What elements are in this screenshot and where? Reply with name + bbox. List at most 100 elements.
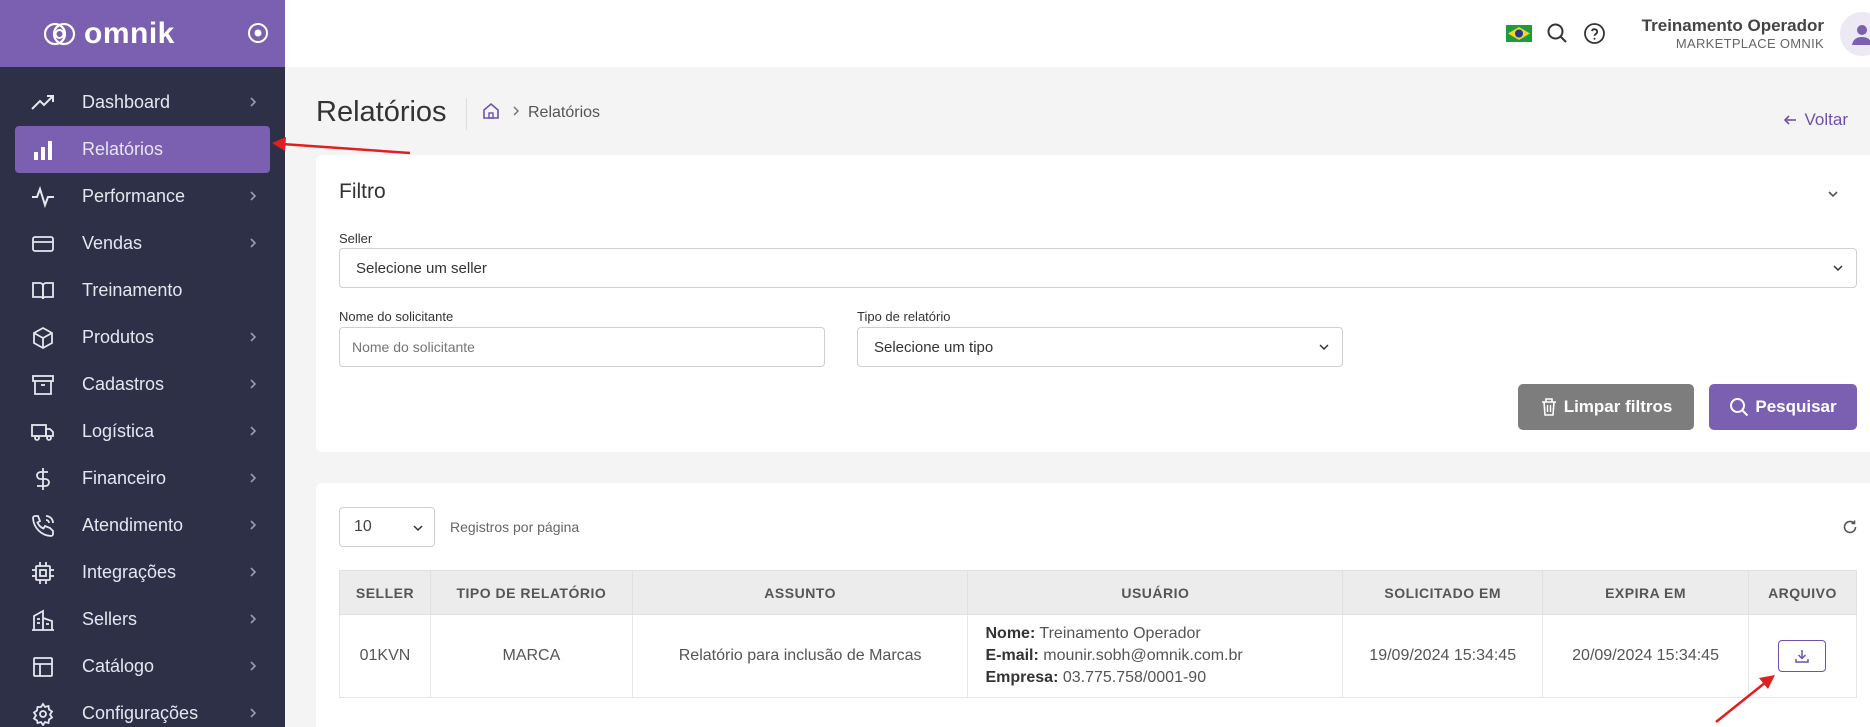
- user-name-key: Nome:: [985, 625, 1036, 642]
- user-name-line: Nome: Treinamento Operador: [985, 623, 1342, 645]
- column-header-requested-at[interactable]: SOLICITADO EM: [1342, 570, 1544, 615]
- sidebar-item-label: Vendas: [82, 233, 143, 253]
- filter-card: Filtro Seller Selecione um seller Nome d…: [316, 155, 1870, 452]
- search-icon: [1730, 398, 1749, 417]
- archive-icon: [30, 372, 56, 398]
- search-button-label: Pesquisar: [1755, 397, 1837, 416]
- avatar[interactable]: [1840, 12, 1870, 56]
- user-icon: [1852, 25, 1870, 45]
- user-email-value: mounir.sobh@omnik.com.br: [1043, 647, 1243, 664]
- home-icon[interactable]: [482, 102, 500, 120]
- sidebar-item-sellers[interactable]: Sellers: [15, 596, 270, 643]
- chevron-down-icon[interactable]: [1826, 187, 1840, 201]
- chevron-right-icon: [250, 332, 257, 342]
- chevron-right-icon: [513, 106, 520, 116]
- requester-label: Nome do solicitante: [339, 309, 454, 324]
- sidebar-item-label: Financeiro: [82, 468, 167, 488]
- layout-icon: [30, 654, 56, 680]
- sidebar-item-label: Cadastros: [82, 374, 165, 394]
- report-type-select[interactable]: Selecione um tipo: [857, 327, 1343, 367]
- sidebar-item-label: Relatórios: [82, 139, 164, 159]
- chevron-right-icon: [250, 191, 257, 201]
- search-icon[interactable]: [1546, 22, 1568, 44]
- chevron-right-icon: [250, 379, 257, 389]
- sidebar-item-label: Logística: [82, 421, 155, 441]
- user-email-key: E-mail:: [985, 647, 1039, 664]
- cell-requested-at: 19/09/2024 15:34:45: [1342, 614, 1544, 698]
- sidebar-item-label: Catálogo: [82, 656, 155, 676]
- credit-card-icon: [30, 231, 56, 257]
- column-header-file: ARQUIVO: [1747, 570, 1858, 615]
- chevron-right-icon: [250, 426, 257, 436]
- cell-expires-at: 20/09/2024 15:34:45: [1542, 614, 1749, 698]
- refresh-icon[interactable]: [1842, 519, 1858, 535]
- seller-select-value: Selecione um seller: [356, 259, 487, 277]
- sidebar-item-dashboard[interactable]: Dashboard: [15, 79, 270, 126]
- brand-name: omnik: [84, 16, 175, 50]
- report-type-select-value: Selecione um tipo: [874, 338, 994, 356]
- column-header-seller[interactable]: SELLER: [339, 570, 431, 615]
- sidebar-item-atendimento[interactable]: Atendimento: [15, 502, 270, 549]
- dollar-icon: [30, 466, 56, 492]
- chevron-right-icon: [250, 661, 257, 671]
- user-name[interactable]: Treinamento Operador: [1642, 16, 1824, 36]
- back-label: Voltar: [1804, 110, 1848, 129]
- sidebar-item-logistica[interactable]: Logística: [15, 408, 270, 455]
- sidebar-item-treinamento[interactable]: Treinamento: [15, 267, 270, 314]
- target-icon[interactable]: [247, 22, 269, 44]
- user-company-line: Empresa: 03.775.758/0001-90: [985, 667, 1342, 689]
- phone-icon: [30, 513, 56, 539]
- sidebar-item-catalogo[interactable]: Catálogo: [15, 643, 270, 690]
- seller-select[interactable]: Selecione um seller: [339, 248, 1857, 288]
- user-email-line: E-mail: mounir.sobh@omnik.com.br: [985, 645, 1342, 667]
- column-header-report-type[interactable]: TIPO DE RELATÓRIO: [429, 570, 633, 615]
- omnik-logo[interactable]: omnik: [44, 17, 175, 51]
- sidebar-item-produtos[interactable]: Produtos: [15, 314, 270, 361]
- user-company-value: 03.775.758/0001-90: [1062, 669, 1207, 686]
- sidebar-nav: Dashboard Relatórios Performance Vendas …: [0, 67, 285, 727]
- truck-icon: [30, 419, 56, 445]
- breadcrumb-current: Relatórios: [528, 104, 601, 121]
- sidebar-item-cadastros[interactable]: Cadastros: [15, 361, 270, 408]
- title-divider: [466, 98, 467, 130]
- sidebar-item-configuracoes[interactable]: Configurações: [15, 690, 270, 727]
- chevron-down-icon: [1319, 344, 1329, 351]
- brazil-flag-icon[interactable]: [1506, 25, 1532, 42]
- sidebar-item-vendas[interactable]: Vendas: [15, 220, 270, 267]
- column-header-user[interactable]: USUÁRIO: [967, 570, 1344, 615]
- trending-up-icon: [30, 90, 56, 116]
- user-name-value: Treinamento Operador: [1039, 625, 1201, 642]
- chevron-right-icon: [250, 520, 257, 530]
- clear-filters-label: Limpar filtros: [1563, 397, 1673, 416]
- cell-report-type: MARCA: [429, 614, 633, 698]
- sidebar-item-label: Integrações: [82, 562, 177, 582]
- seller-label: Seller: [339, 231, 373, 246]
- column-header-subject[interactable]: ASSUNTO: [631, 570, 969, 615]
- settings-icon: [30, 701, 56, 727]
- brand-header: omnik: [0, 0, 285, 67]
- chevron-right-icon: [250, 708, 257, 718]
- help-icon[interactable]: [1583, 22, 1606, 45]
- chevron-down-icon: [1833, 265, 1843, 272]
- sidebar-item-financeiro[interactable]: Financeiro: [15, 455, 270, 502]
- sidebar-item-label: Atendimento: [82, 515, 184, 535]
- sidebar-item-relatorios[interactable]: Relatórios: [15, 126, 270, 173]
- per-page-select[interactable]: 10: [339, 507, 435, 547]
- clear-filters-button[interactable]: Limpar filtros: [1518, 384, 1694, 430]
- sidebar-item-performance[interactable]: Performance: [15, 173, 270, 220]
- chevron-right-icon: [250, 614, 257, 624]
- download-icon: [1795, 650, 1810, 663]
- book-open-icon: [30, 278, 56, 304]
- download-button[interactable]: [1778, 640, 1827, 672]
- chevron-down-icon: [413, 525, 423, 532]
- report-type-label: Tipo de relatório: [857, 309, 951, 324]
- activity-icon: [30, 184, 56, 210]
- requester-input[interactable]: [339, 327, 825, 367]
- sidebar-item-integracoes[interactable]: Integrações: [15, 549, 270, 596]
- column-header-expires-at[interactable]: EXPIRA EM: [1542, 570, 1749, 615]
- sidebar-item-label: Configurações: [82, 703, 199, 723]
- table-row: 01KVN MARCA Relatório para inclusão de M…: [339, 614, 1858, 698]
- back-link[interactable]: Voltar: [1783, 110, 1848, 130]
- sidebar-item-label: Dashboard: [82, 92, 171, 112]
- search-button[interactable]: Pesquisar: [1709, 384, 1857, 430]
